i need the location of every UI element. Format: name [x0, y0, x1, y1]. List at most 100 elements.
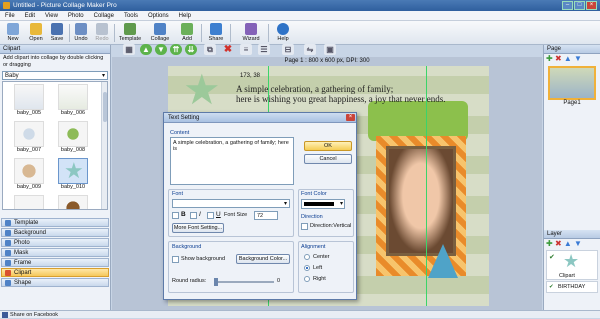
template-button[interactable]: Template	[117, 22, 143, 44]
maximize-button[interactable]: □	[574, 1, 585, 10]
wizard-button[interactable]: Wizard	[238, 22, 264, 44]
nav-mask[interactable]: Mask	[1, 248, 109, 257]
undo-button[interactable]: Undo	[70, 22, 92, 44]
collage-button[interactable]: Collage	[147, 22, 173, 44]
delete-icon[interactable]: ✖	[222, 44, 234, 55]
collage-icon	[154, 23, 166, 35]
open-button[interactable]: Open	[25, 22, 47, 44]
delete-layer-icon[interactable]: ✖	[555, 239, 562, 248]
menu-help[interactable]: Help	[174, 11, 196, 21]
add-layer-icon[interactable]: ✚	[546, 239, 553, 248]
round-radius-value: 0	[277, 278, 281, 284]
clip-thumbnail	[14, 195, 44, 209]
layer-up-icon[interactable]: ▲	[564, 239, 572, 248]
clip-item[interactable]: baby_009	[9, 158, 49, 193]
page-down-icon[interactable]: ▼	[574, 54, 582, 63]
menu-photo[interactable]: Photo	[63, 11, 89, 21]
bring-front-icon[interactable]: ⇈	[170, 44, 182, 55]
clip-thumbnail	[58, 121, 88, 147]
minimize-button[interactable]: –	[562, 1, 573, 10]
nav-photo[interactable]: Photo	[1, 238, 109, 247]
menu-collage[interactable]: Collage	[89, 11, 119, 21]
direction-vertical-checkbox[interactable]	[301, 223, 308, 230]
menu-tools[interactable]: Tools	[119, 11, 143, 21]
layer-item[interactable]: ✔ ★ Clipart	[546, 250, 598, 280]
redo-icon	[96, 23, 108, 35]
clip-item[interactable]: baby_008	[53, 121, 93, 156]
visible-check-icon[interactable]: ✔	[549, 253, 555, 261]
send-back-icon[interactable]: ⇊	[185, 44, 197, 55]
more-font-setting-button[interactable]: More Font Setting...	[172, 223, 224, 233]
arrange-icon[interactable]: ▦	[123, 44, 135, 55]
effect-icon[interactable]: ▣	[324, 44, 336, 55]
redo-button[interactable]: Redo	[91, 22, 113, 44]
menu-file[interactable]: File	[0, 11, 20, 21]
menu-edit[interactable]: Edit	[20, 11, 40, 21]
move-down-icon[interactable]: ▼	[155, 44, 167, 55]
clipart-category-select[interactable]: Baby	[2, 71, 108, 80]
clipart-scrollbar[interactable]	[101, 82, 107, 209]
move-up-icon[interactable]: ▲	[140, 44, 152, 55]
collage-text-object[interactable]: A simple celebration, a gathering of fam…	[236, 84, 445, 104]
italic-label: I	[199, 211, 201, 218]
help-button[interactable]: Help	[272, 22, 294, 44]
clip-item[interactable]	[9, 195, 49, 209]
frame-nav-icon	[5, 260, 11, 266]
clip-item[interactable]: baby_006	[53, 84, 93, 119]
distribute-icon[interactable]: ☰	[258, 44, 270, 55]
align-left-radio[interactable]	[304, 265, 310, 271]
dialog-close-icon[interactable]: ×	[346, 114, 355, 121]
share-icon	[210, 23, 222, 35]
star-clipart-icon[interactable]: ★	[183, 68, 221, 112]
page-up-icon[interactable]: ▲	[564, 54, 572, 63]
cursor-coordinate: 173, 38	[240, 73, 261, 79]
align-icon[interactable]: ≡	[240, 44, 252, 55]
round-radius-slider[interactable]	[214, 278, 274, 286]
clip-item-selected[interactable]: ★ baby_010	[53, 158, 93, 193]
font-size-select[interactable]: 72	[254, 211, 278, 220]
menu-options[interactable]: Options	[143, 11, 174, 21]
baby-photo[interactable]	[386, 146, 456, 256]
add-page-icon[interactable]: ✚	[546, 54, 553, 63]
template-nav-icon	[5, 220, 11, 226]
layer-down-icon[interactable]: ▼	[574, 239, 582, 248]
align-right-radio[interactable]	[304, 276, 310, 282]
share-facebook-link[interactable]: Share on Facebook	[10, 312, 58, 318]
align-center-radio[interactable]	[304, 254, 310, 260]
underline-checkbox[interactable]	[207, 212, 214, 219]
copy-icon[interactable]: ⧉	[204, 44, 216, 55]
gift-bow-clipart[interactable]	[368, 101, 468, 141]
font-select[interactable]: ▾	[172, 199, 290, 208]
background-color-button[interactable]: Background Color...	[236, 254, 290, 264]
delete-page-icon[interactable]: ✖	[555, 54, 562, 63]
clip-item[interactable]: baby_005	[9, 84, 49, 119]
font-color-picker[interactable]: ▾	[301, 199, 345, 209]
visible-check-icon[interactable]: ✔	[549, 282, 554, 293]
save-button[interactable]: Save	[46, 22, 68, 44]
flip-icon[interactable]: ⇋	[304, 44, 316, 55]
show-background-checkbox[interactable]	[172, 256, 179, 263]
italic-checkbox[interactable]	[190, 212, 197, 219]
slider-thumb[interactable]	[214, 278, 218, 286]
nav-template[interactable]: Template	[1, 218, 109, 227]
new-button[interactable]: New	[2, 22, 24, 44]
page-thumbnail[interactable]	[548, 66, 596, 100]
clip-item[interactable]	[53, 195, 93, 209]
ok-button[interactable]: OK	[304, 141, 352, 151]
bold-checkbox[interactable]	[172, 212, 179, 219]
layer-item[interactable]: ✔ BIRTHDAY	[546, 281, 598, 293]
close-window-button[interactable]: ×	[586, 1, 597, 10]
nav-background[interactable]: Background	[1, 228, 109, 237]
clipart-nav-icon	[5, 270, 11, 276]
nav-frame[interactable]: Frame	[1, 258, 109, 267]
add-button[interactable]: Add	[176, 22, 198, 44]
bold-label: B	[181, 211, 186, 218]
share-button[interactable]: Share	[205, 22, 227, 44]
cancel-button[interactable]: Cancel	[304, 154, 352, 164]
menu-view[interactable]: View	[40, 11, 63, 21]
nav-clipart[interactable]: Clipart	[1, 268, 109, 277]
clip-item[interactable]: baby_007	[9, 121, 49, 156]
content-textarea[interactable]: A simple celebration, a gathering of fam…	[170, 137, 294, 185]
nav-shape[interactable]: Shape	[1, 278, 109, 287]
fit-icon[interactable]: ⊟	[282, 44, 294, 55]
